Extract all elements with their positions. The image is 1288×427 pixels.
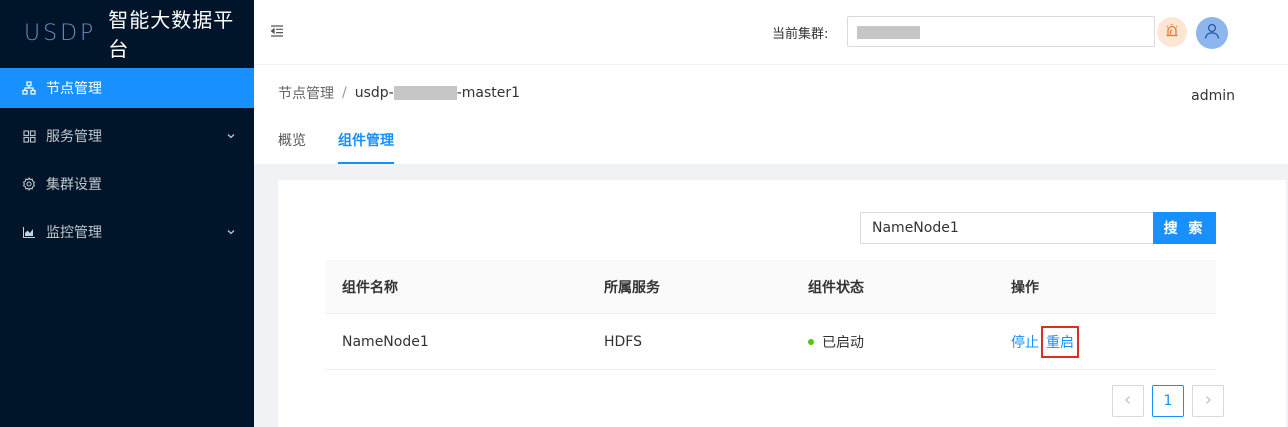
tab-component-management[interactable]: 组件管理 [338, 121, 394, 164]
chevron-down-icon [226, 225, 236, 241]
column-header-status: 组件状态 [808, 279, 864, 296]
search-bar: 搜 索 [860, 212, 1216, 244]
sidebar-item-label: 监控管理 [46, 225, 102, 241]
grid-icon [22, 129, 36, 143]
breadcrumb-root[interactable]: 节点管理 [278, 83, 334, 103]
content-card: 搜 索 组件名称 所属服务 组件状态 操作 NameNode1 HDFS 已启动… [278, 180, 1286, 427]
app-logo: USDP 智能大数据平台 [0, 0, 254, 66]
redacted-host-segment [393, 86, 457, 100]
chevron-left-icon [1123, 393, 1133, 409]
pagination: 1 [1104, 385, 1224, 417]
sidebar-item-cluster-settings[interactable]: 集群设置 [0, 164, 254, 204]
table-row: NameNode1 HDFS 已启动 停止 重启 [326, 314, 1216, 370]
cluster-select[interactable] [847, 16, 1155, 47]
redacted-cluster-name [857, 26, 920, 39]
alarm-button[interactable] [1157, 17, 1187, 47]
sidebar-item-service-management[interactable]: 服务管理 [0, 116, 254, 156]
breadcrumb-host-prefix: usdp- [354, 85, 394, 101]
search-input[interactable] [860, 212, 1153, 244]
status-text: 已启动 [822, 334, 864, 351]
gear-icon [22, 177, 36, 191]
search-button[interactable]: 搜 索 [1153, 212, 1216, 244]
cluster-icon [22, 81, 36, 95]
sidebar-item-label: 集群设置 [46, 177, 102, 193]
cell-status: 已启动 [792, 332, 995, 352]
area-chart-icon [22, 225, 36, 239]
breadcrumb: 节点管理 / usdp- -master1 [278, 83, 520, 103]
sidebar: USDP 智能大数据平台 节点管理 服务管理 集群设置 监控管理 [0, 0, 254, 427]
app-title: 智能大数据平台 [108, 8, 235, 61]
user-icon [1203, 22, 1221, 44]
breadcrumb-host-suffix: -master1 [456, 85, 521, 101]
table-header: 组件名称 所属服务 组件状态 操作 [326, 260, 1216, 314]
user-name: admin [1191, 88, 1235, 104]
component-table: 组件名称 所属服务 组件状态 操作 NameNode1 HDFS 已启动 停止重… [326, 260, 1216, 370]
user-avatar[interactable] [1196, 17, 1228, 49]
logo-mark: USDP [24, 20, 97, 46]
cluster-label: 当前集群: [772, 27, 829, 42]
tab-bar: 概览 组件管理 [278, 121, 426, 164]
page-number-button[interactable]: 1 [1152, 385, 1184, 417]
column-header-name: 组件名称 [342, 279, 398, 296]
column-header-service: 所属服务 [604, 279, 660, 296]
status-dot-icon [808, 338, 814, 345]
chevron-down-icon [226, 129, 236, 145]
top-header: 当前集群: [254, 0, 1288, 65]
chevron-right-icon [1203, 393, 1213, 409]
prev-page-button[interactable] [1112, 385, 1144, 417]
sidebar-item-label: 节点管理 [46, 81, 102, 97]
page-header: 节点管理 / usdp- -master1 admin 概览 组件管理 [254, 65, 1288, 164]
cell-service: HDFS [604, 333, 643, 350]
column-header-actions: 操作 [1011, 279, 1039, 296]
cell-component-name: NameNode1 [342, 333, 429, 350]
next-page-button[interactable] [1192, 385, 1224, 417]
sidebar-item-label: 服务管理 [46, 129, 102, 145]
breadcrumb-separator: / [342, 85, 347, 101]
breadcrumb-current: usdp- -master1 [355, 85, 520, 101]
restart-action[interactable]: 重启 [1041, 325, 1079, 358]
cell-actions: 停止 重启 [995, 325, 1216, 358]
alarm-icon [1164, 22, 1180, 42]
sidebar-item-node-management[interactable]: 节点管理 [0, 68, 254, 108]
sidebar-item-monitoring[interactable]: 监控管理 [0, 212, 254, 252]
tab-overview[interactable]: 概览 [278, 121, 306, 164]
stop-action[interactable]: 停止 [1011, 335, 1039, 351]
menu-fold-icon[interactable] [270, 25, 284, 41]
